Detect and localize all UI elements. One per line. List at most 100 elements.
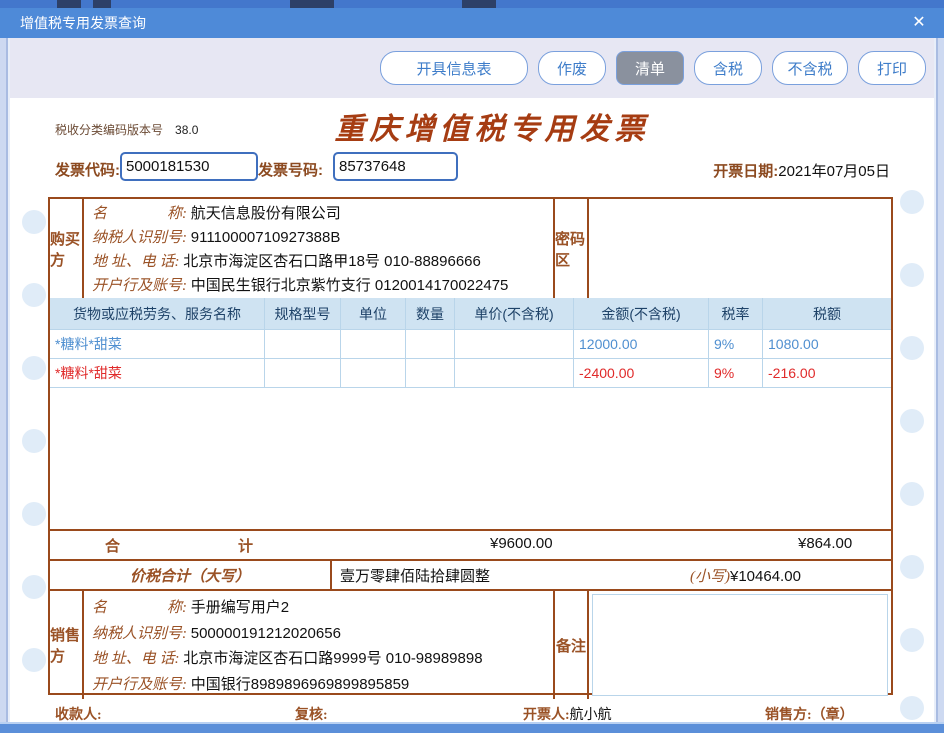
buyer-address-value: 北京市海淀区杏石口路甲18号 010-88896666: [183, 253, 481, 270]
item-tax: -216.00: [763, 359, 891, 388]
password-area: [589, 199, 891, 298]
item-price: [455, 359, 574, 388]
buyer-bank-label: 开户行及账号:: [92, 278, 191, 294]
col-header-price: 单价(不含税): [455, 298, 574, 330]
tax-code-version: 税收分类编码版本号 38.0: [55, 121, 198, 138]
watermark-dot: [900, 482, 924, 506]
print-button[interactable]: 打印: [858, 51, 926, 85]
watermark-dot: [900, 696, 924, 720]
invoice-number-input[interactable]: [333, 152, 458, 181]
list-button[interactable]: 清单: [616, 51, 684, 85]
watermark-dot: [22, 356, 46, 380]
issue-date-value: 2021年07月05日: [778, 163, 890, 180]
seller-info: 名 称: 手册编写用户2 纳税人识别号: 500000191212020656 …: [84, 591, 553, 699]
void-button[interactable]: 作废: [538, 51, 606, 85]
seller-section: 销售方 名 称: 手册编写用户2 纳税人识别号: 500000191212020…: [50, 589, 891, 699]
seller-taxid-label: 纳税人识别号:: [92, 626, 191, 642]
item-row[interactable]: *糖料*甜菜 12000.00 9% 1080.00: [50, 330, 891, 359]
item-unit: [341, 330, 406, 359]
buyer-info: 名 称: 航天信息股份有限公司 纳税人识别号: 9111000071092738…: [84, 199, 553, 298]
issue-date-label: 开票日期:: [713, 163, 778, 180]
watermark-dot: [900, 190, 924, 214]
seller-bank-value: 中国银行8989896969899895859: [191, 676, 410, 693]
seller-bank-line: 开户行及账号: 中国银行8989896969899895859: [92, 673, 553, 697]
reviewer-label: 复核:: [295, 704, 328, 722]
dialog-titlebar: 增值税专用发票查询 ✕: [0, 8, 944, 38]
item-taxrate: 9%: [709, 359, 763, 388]
subtotal-label-he: 合: [105, 535, 120, 556]
issue-date: 开票日期:2021年07月05日: [660, 160, 890, 181]
watermark-dot: [22, 210, 46, 234]
watermark-dot: [22, 429, 46, 453]
invoice-query-dialog: 增值税专用发票查询 ✕ 开具信息表 作废 清单 含税 不含税 打印 税收分类编码…: [0, 0, 944, 733]
tax-excluded-button[interactable]: 不含税: [772, 51, 848, 85]
remark-box: [592, 594, 888, 696]
invoice-number-label: 发票号码:: [258, 159, 323, 180]
remark-label: 备注: [553, 591, 589, 699]
item-tax: 1080.00: [763, 330, 891, 359]
subtotal-tax: ¥864.00: [798, 535, 852, 552]
tax-code-version-label: 税收分类编码版本号: [55, 123, 163, 137]
subtotal-label-ji: 计: [238, 535, 253, 556]
background-ui-fragment: [290, 0, 334, 8]
grand-total-in-words: 壹万零肆佰陆拾肆圆整: [340, 565, 490, 586]
seller-name-label: 名 称:: [92, 600, 191, 616]
seller-name-value: 手册编写用户2: [191, 599, 289, 616]
small-write-label: (小写): [690, 569, 730, 585]
watermark-dot: [900, 336, 924, 360]
items-grid: 货物或应税劳务、服务名称 规格型号 单位 数量 单价(不含税) 金额(不含税) …: [50, 298, 891, 330]
buyer-address-line: 地 址、电 话: 北京市海淀区杏石口路甲18号 010-88896666: [92, 250, 553, 274]
invoice-body: 购买方 名 称: 航天信息股份有限公司 纳税人识别号: 911100007109…: [48, 197, 893, 695]
background-bottom-strip: [0, 722, 944, 733]
watermark-dot: [22, 283, 46, 307]
seller-seal-label: 销售方:: [765, 708, 812, 722]
subtotal-amount: ¥9600.00: [490, 535, 553, 552]
col-header-amount: 金额(不含税): [574, 298, 709, 330]
grand-total-row: 价税合计（大写） 壹万零肆佰陆拾肆圆整 (小写)¥10464.00: [50, 559, 891, 589]
drawer-label: 开票人:: [523, 708, 570, 722]
subtotal-row: 合 计 ¥9600.00 ¥864.00: [50, 529, 891, 559]
watermark-dot: [900, 555, 924, 579]
buyer-taxid-value: 91110000710927388B: [191, 229, 341, 246]
password-area-label: 密码区: [553, 199, 589, 298]
background-ui-fragment: [462, 0, 496, 8]
tax-code-version-value: 38.0: [175, 123, 198, 137]
item-amount: 12000.00: [574, 330, 709, 359]
buyer-name-value: 航天信息股份有限公司: [191, 205, 341, 222]
buyer-bank-value: 中国民生银行北京紫竹支行 0120014170022475: [191, 277, 509, 294]
tax-included-button[interactable]: 含税: [694, 51, 762, 85]
seller-name-line: 名 称: 手册编写用户2: [92, 596, 553, 620]
background-right-edge: [934, 38, 944, 722]
item-row[interactable]: *糖料*甜菜 -2400.00 9% -216.00: [50, 359, 891, 388]
buyer-taxid-line: 纳税人识别号: 91110000710927388B: [92, 226, 553, 250]
watermark-dot: [22, 648, 46, 672]
buyer-section: 购买方 名 称: 航天信息股份有限公司 纳税人识别号: 911100007109…: [50, 199, 891, 298]
invoice-code-input[interactable]: [120, 152, 258, 181]
invoice-code-label: 发票代码:: [55, 159, 120, 180]
item-spec: [265, 359, 341, 388]
item-price: [455, 330, 574, 359]
issue-info-form-button[interactable]: 开具信息表: [380, 51, 528, 85]
drawer-field: 开票人:航小航: [523, 704, 612, 722]
seller-taxid-line: 纳税人识别号: 500000191212020656: [92, 622, 553, 646]
col-header-qty: 数量: [406, 298, 455, 330]
seller-seal-field: 销售方:（章）: [765, 704, 854, 722]
grand-total-label: 价税合计（大写）: [50, 561, 332, 589]
watermark-dot: [22, 575, 46, 599]
payee-label: 收款人:: [55, 704, 102, 722]
item-name: *糖料*甜菜: [50, 359, 265, 388]
invoice-panel: 税收分类编码版本号38.0 重庆增值税专用发票 发票代码: 发票号码: 开票日期…: [10, 98, 934, 722]
seller-address-line: 地 址、电 话: 北京市海淀区杏石口路9999号 010-98989898: [92, 647, 553, 671]
item-name: *糖料*甜菜: [50, 330, 265, 359]
col-header-tax: 税额: [763, 298, 891, 330]
watermark-dot: [900, 409, 924, 433]
watermark-dot: [900, 263, 924, 287]
seller-address-value: 北京市海淀区杏石口路9999号 010-98989898: [183, 650, 482, 667]
seller-bank-label: 开户行及账号:: [92, 677, 191, 693]
toolbar: 开具信息表 作废 清单 含税 不含税 打印: [10, 38, 934, 98]
close-icon[interactable]: ✕: [908, 8, 930, 38]
watermark-dot: [22, 502, 46, 526]
buyer-bank-line: 开户行及账号: 中国民生银行北京紫竹支行 0120014170022475: [92, 274, 553, 298]
col-header-unit: 单位: [341, 298, 406, 330]
buyer-name-line: 名 称: 航天信息股份有限公司: [92, 202, 553, 226]
